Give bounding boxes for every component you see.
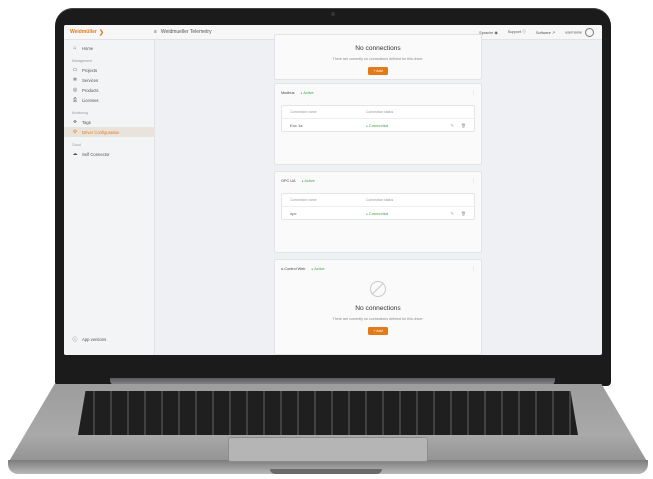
connection-name: opc <box>290 210 297 216</box>
brand-logo[interactable]: Weidmüller ❯ <box>64 25 154 39</box>
table-row[interactable]: opc Connected ✎ 🗑 <box>282 207 474 219</box>
sidebar-item-label: Products <box>82 87 99 93</box>
delete-icon[interactable]: 🗑 <box>461 211 466 216</box>
sidebar-item-tags[interactable]: ⌯ Tags <box>64 117 154 127</box>
services-icon: ✲ <box>72 77 78 83</box>
connection-status: Connected <box>366 123 451 128</box>
sidebar-item-driver-configuration[interactable]: ⚙ Driver Configuration <box>64 127 154 137</box>
more-options-icon[interactable]: ⋮ <box>471 90 475 95</box>
sidebar-item-home[interactable]: ⌂ Home <box>64 43 154 53</box>
home-icon: ⌂ <box>73 45 77 51</box>
add-label: Add <box>376 69 383 73</box>
card-header: OPC UA Active ⋮ <box>275 172 481 184</box>
add-connection-button[interactable]: + Add <box>368 327 388 335</box>
delete-icon[interactable]: 🗑 <box>461 123 466 128</box>
language-menu[interactable]: Sprache ◉ <box>479 30 498 35</box>
globe-icon: ◉ <box>494 30 498 35</box>
keyboard <box>78 391 578 435</box>
hamburger-icon[interactable]: ≡ <box>154 29 157 35</box>
license-icon: ⎙ <box>72 97 77 103</box>
empty-text: There are currently no connections defin… <box>332 317 424 321</box>
column-header-name: Connection name <box>290 198 317 202</box>
external-link-icon: ↗ <box>551 30 556 35</box>
edit-icon[interactable]: ✎ <box>451 211 454 216</box>
brand-name: Weidmüller <box>70 29 97 35</box>
sidebar-item-label: Self Connector <box>82 151 110 157</box>
support-menu[interactable]: Support ⓘ <box>508 30 526 35</box>
app-title-area: ≡ Weidmueller Telemetry <box>154 29 212 35</box>
driver-card-top: No connections There are currently no co… <box>274 34 482 80</box>
tag-icon: ⌯ <box>72 119 77 125</box>
user-menu[interactable]: username <box>565 27 594 37</box>
column-header-name: Connection name <box>290 110 317 114</box>
trackpad[interactable] <box>228 437 428 462</box>
sidebar-item-label: App versions <box>82 337 107 342</box>
sidebar-item-label: Services <box>82 77 99 83</box>
empty-title: No connections <box>355 45 401 52</box>
table-header: Connection name Connection status <box>282 194 474 207</box>
brand-mark-icon: ❯ <box>98 29 104 36</box>
column-header-status: Connection status <box>366 110 394 114</box>
settings-icon: ⚙ <box>72 129 78 135</box>
support-label: Support <box>507 29 522 34</box>
row-actions: ✎ 🗑 <box>451 123 466 128</box>
connection-status: Connected <box>366 211 451 216</box>
help-icon: ⓘ <box>522 29 526 34</box>
sidebar: ⌂ Home Management ▭ Projects ✲ Services … <box>64 40 155 355</box>
table-header: Connection name Connection status <box>282 106 474 119</box>
driver-card-opcua: OPC UA Active ⋮ Connection name Connecti… <box>274 171 482 253</box>
app-title: Weidmueller Telemetry <box>160 29 212 35</box>
status-badge: Active <box>301 91 313 95</box>
info-icon: ⓘ <box>72 337 78 343</box>
sidebar-item-label: Licenses <box>82 97 99 103</box>
products-icon: ◎ <box>72 87 78 93</box>
card-header: Modbus Active ⋮ <box>275 84 481 96</box>
edit-icon[interactable]: ✎ <box>451 123 454 128</box>
connections-table: Connection name Connection status opc Co… <box>281 193 475 220</box>
cloud-icon: ☁ <box>72 151 78 157</box>
table-row[interactable]: Enc 1a Connected ✎ 🗑 <box>282 119 474 131</box>
card-header: u-Control Web Active ⋮ <box>275 260 481 272</box>
sidebar-item-self-connector[interactable]: ☁ Self Connector <box>64 149 154 159</box>
driver-card-ucontrol: u-Control Web Active ⋮ No connections Th… <box>274 259 482 355</box>
driver-name: OPC UA <box>281 178 296 183</box>
add-label: Add <box>376 329 383 333</box>
lid-notch <box>270 469 382 474</box>
user-name: username <box>565 30 582 34</box>
folder-icon: ▭ <box>72 67 78 73</box>
sidebar-section-cloud: Cloud <box>72 143 81 147</box>
sidebar-item-products[interactable]: ◎ Products <box>64 85 154 95</box>
sidebar-item-licenses[interactable]: ⎙ Licenses <box>64 95 154 105</box>
sidebar-section-management: Management <box>72 59 92 63</box>
top-right-menu: Sprache ◉ Support ⓘ Software ↗ username <box>479 27 602 37</box>
sidebar-section-monitoring: Monitoring <box>72 111 88 115</box>
row-actions: ✎ 🗑 <box>451 211 466 216</box>
sidebar-item-label: Home <box>82 45 94 51</box>
driver-name: Modbus <box>281 90 295 95</box>
driver-name: u-Control Web <box>281 266 306 271</box>
software-label: Software <box>535 30 551 35</box>
column-header-status: Connection status <box>366 198 394 202</box>
empty-text: There are currently no connections defin… <box>332 57 424 61</box>
status-badge: Active <box>302 179 314 183</box>
connection-name: Enc 1a <box>290 122 303 128</box>
sidebar-item-label: Tags <box>82 119 91 125</box>
avatar-icon <box>585 27 594 37</box>
connections-table: Connection name Connection status Enc 1a… <box>281 105 475 132</box>
sidebar-item-projects[interactable]: ▭ Projects <box>64 65 154 75</box>
driver-card-modbus: Modbus Active ⋮ Connection name Connecti… <box>274 83 482 165</box>
no-connections-icon <box>370 281 386 297</box>
status-badge: Active <box>311 267 324 271</box>
sidebar-item-app-versions[interactable]: ⓘ App versions <box>72 336 106 343</box>
screen: Weidmüller ❯ ≡ Weidmueller Telemetry Spr… <box>64 25 602 355</box>
software-menu[interactable]: Software ↗ <box>536 30 555 35</box>
sidebar-item-label: Projects <box>82 67 98 73</box>
add-connection-button[interactable]: + Add <box>368 67 388 75</box>
more-options-icon[interactable]: ⋮ <box>471 178 475 183</box>
sidebar-item-label: Driver Configuration <box>82 129 120 135</box>
more-options-icon[interactable]: ⋮ <box>471 266 475 271</box>
sidebar-item-services[interactable]: ✲ Services <box>64 75 154 85</box>
empty-title: No connections <box>355 305 401 312</box>
camera <box>331 12 335 16</box>
